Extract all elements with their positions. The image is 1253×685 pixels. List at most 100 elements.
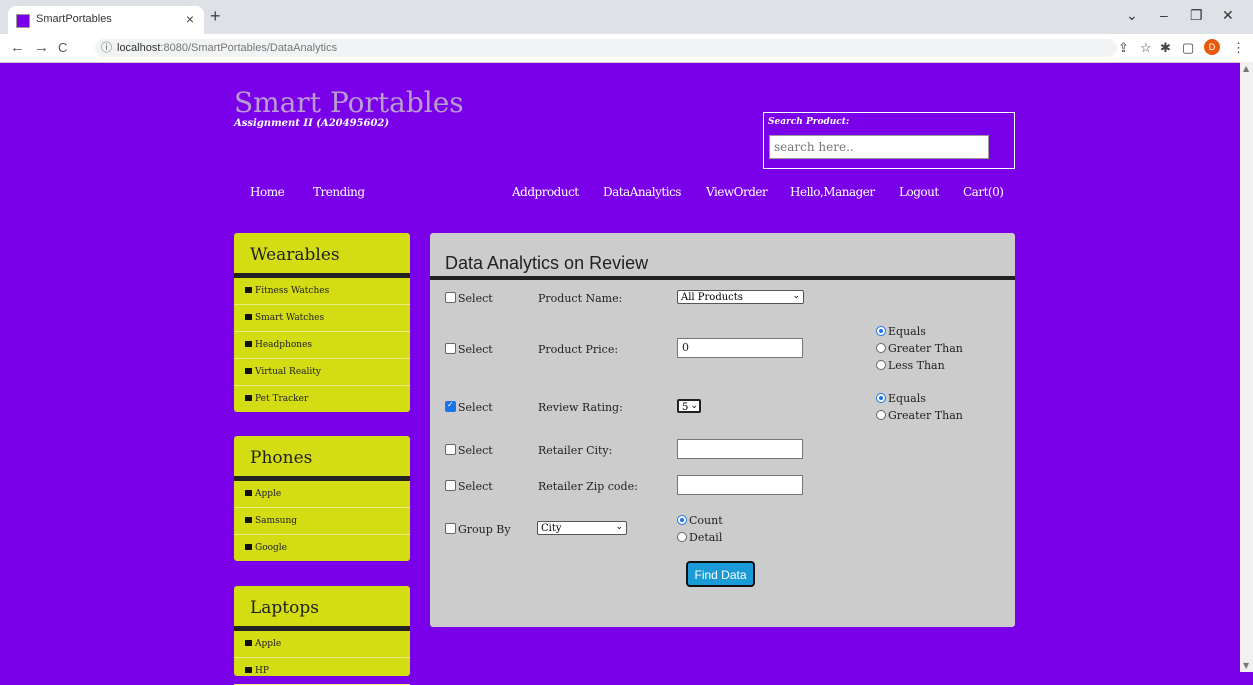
browser-tab-bar: SmartPortables × + ⌄ – ❐ ✕ <box>0 0 1253 34</box>
panel-divider <box>430 276 1015 280</box>
rating-equals-radio[interactable]: Equals <box>876 392 926 405</box>
radio-button[interactable] <box>876 393 886 403</box>
sidebar-item-label: Pet Tracker <box>255 394 309 404</box>
select-review-rating[interactable]: Select <box>445 400 493 414</box>
site-logo[interactable]: Smart Portables <box>234 86 464 119</box>
menu-icon[interactable]: ⋮ <box>1232 40 1245 56</box>
select-product-name[interactable]: Select <box>445 292 493 305</box>
profile-avatar[interactable]: D <box>1204 39 1220 55</box>
checkbox[interactable] <box>445 480 456 491</box>
sidebar-phones: Phones Apple Samsung Google <box>234 436 410 561</box>
sidebar-item-google[interactable]: Google <box>234 535 410 561</box>
bullet-icon <box>245 341 252 347</box>
sidebar-item-fitness-watches[interactable]: Fitness Watches <box>234 278 410 305</box>
group-detail-radio[interactable]: Detail <box>677 531 722 544</box>
radio-label: Count <box>689 514 723 527</box>
find-data-button[interactable]: Find Data <box>686 561 755 587</box>
forward-icon[interactable]: → <box>34 39 49 56</box>
price-less-radio[interactable]: Less Than <box>876 359 945 372</box>
extensions-icon[interactable]: ✱ <box>1160 40 1171 56</box>
bullet-icon <box>245 368 252 374</box>
sidebar-heading: Phones <box>234 436 410 481</box>
address-bar: ← → C ⓘ localhost:8080/SmartPortables/Da… <box>0 34 1253 63</box>
back-icon[interactable]: ← <box>10 39 25 56</box>
nav-trending[interactable]: Trending <box>313 185 365 199</box>
retailer-city-input[interactable] <box>677 439 803 459</box>
price-equals-radio[interactable]: Equals <box>876 325 926 338</box>
reload-icon[interactable]: C <box>58 40 67 55</box>
radio-button[interactable] <box>677 532 687 542</box>
new-tab-icon[interactable]: + <box>210 6 221 27</box>
bullet-icon <box>245 287 252 293</box>
sidebar-heading: Laptops <box>234 586 410 631</box>
sidebar-item-label: Apple <box>255 639 282 649</box>
bookmark-star-icon[interactable]: ☆ <box>1140 40 1152 56</box>
select-product-price[interactable]: Select <box>445 343 493 356</box>
product-name-label: Product Name: <box>538 292 623 305</box>
price-greater-radio[interactable]: Greater Than <box>876 342 963 355</box>
sidebar-item-label: Smart Watches <box>255 313 325 323</box>
tab-search-icon[interactable]: ⌄ <box>1126 7 1138 24</box>
minimize-icon[interactable]: – <box>1160 7 1168 23</box>
bullet-icon <box>245 667 252 673</box>
product-name-select[interactable]: All Products ⌄ <box>677 290 804 304</box>
radio-button[interactable] <box>876 326 886 336</box>
url-host: localhost <box>117 42 161 54</box>
checkbox[interactable] <box>445 343 456 354</box>
radio-label: Greater Than <box>888 342 963 355</box>
radio-button[interactable] <box>677 515 687 525</box>
group-by-select[interactable]: City ⌄ <box>537 521 627 535</box>
checkbox-label: Select <box>458 343 493 356</box>
radio-label: Equals <box>888 325 926 338</box>
page-scrollbar[interactable]: ▲ ▼ <box>1240 62 1253 672</box>
nav-vieworder[interactable]: ViewOrder <box>706 185 768 199</box>
radio-button[interactable] <box>876 343 886 353</box>
retailer-zip-input[interactable] <box>677 475 803 495</box>
checkbox-checked[interactable] <box>445 400 456 412</box>
share-icon[interactable]: ⇪ <box>1118 40 1129 56</box>
sidebar-item-smart-watches[interactable]: Smart Watches <box>234 305 410 332</box>
sidebar-item-label: Apple <box>255 489 282 499</box>
url-field[interactable]: ⓘ localhost:8080/SmartPortables/DataAnal… <box>95 39 1117 57</box>
window-close-icon[interactable]: ✕ <box>1222 7 1234 24</box>
review-rating-select[interactable]: 5 ⌄ <box>677 399 701 413</box>
checkbox[interactable] <box>445 444 456 455</box>
select-retailer-city[interactable]: Select <box>445 444 493 457</box>
bullet-icon <box>245 314 252 320</box>
rating-greater-radio[interactable]: Greater Than <box>876 409 963 422</box>
group-by-checkbox[interactable]: Group By <box>445 523 511 536</box>
search-label: Search Product: <box>768 117 850 127</box>
sidebar-item-apple[interactable]: Apple <box>234 481 410 508</box>
product-price-input[interactable]: 0 <box>677 338 803 358</box>
sidebar-item-apple[interactable]: Apple <box>234 631 410 658</box>
sidebar-item-headphones[interactable]: Headphones <box>234 332 410 359</box>
retailer-zip-label: Retailer Zip code: <box>538 480 638 493</box>
site-info-icon[interactable]: ⓘ <box>101 39 112 57</box>
group-count-radio[interactable]: Count <box>677 514 723 527</box>
scroll-down-icon[interactable]: ▼ <box>1243 661 1249 670</box>
select-value: All Products <box>681 292 743 303</box>
nav-cart[interactable]: Cart(0) <box>963 185 1004 199</box>
close-tab-icon[interactable]: × <box>186 11 194 27</box>
retailer-city-label: Retailer City: <box>538 444 613 457</box>
scroll-up-icon[interactable]: ▲ <box>1243 64 1249 73</box>
side-panel-icon[interactable]: ▢ <box>1182 40 1194 56</box>
sidebar-item-samsung[interactable]: Samsung <box>234 508 410 535</box>
checkbox[interactable] <box>445 523 456 534</box>
nav-dataanalytics[interactable]: DataAnalytics <box>603 185 681 199</box>
restore-icon[interactable]: ❐ <box>1190 7 1203 24</box>
select-retailer-zip[interactable]: Select <box>445 480 493 493</box>
nav-home[interactable]: Home <box>250 185 285 199</box>
radio-button[interactable] <box>876 360 886 370</box>
search-input[interactable] <box>769 135 989 159</box>
browser-tab[interactable]: SmartPortables × <box>8 6 204 34</box>
radio-button[interactable] <box>876 410 886 420</box>
site-subtitle: Assignment II (A20495602) <box>234 118 390 129</box>
nav-logout[interactable]: Logout <box>899 185 939 199</box>
sidebar-laptops: Laptops Apple HP <box>234 586 410 685</box>
sidebar-item-pet-tracker[interactable]: Pet Tracker <box>234 386 410 412</box>
checkbox[interactable] <box>445 292 456 303</box>
nav-hello-manager[interactable]: Hello,Manager <box>790 185 875 199</box>
nav-addproduct[interactable]: Addproduct <box>512 185 579 199</box>
sidebar-item-virtual-reality[interactable]: Virtual Reality <box>234 359 410 386</box>
